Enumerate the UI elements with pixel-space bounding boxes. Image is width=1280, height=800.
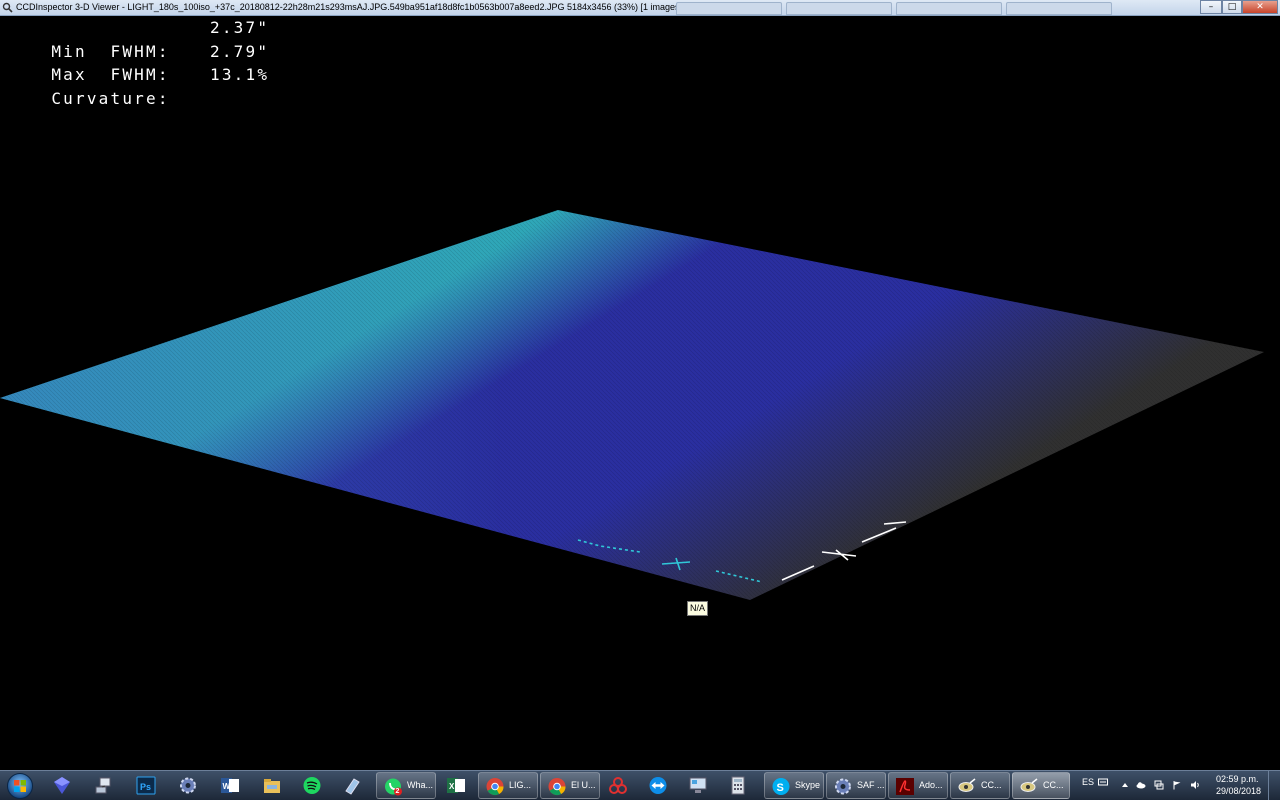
chevron-up-icon[interactable] — [1120, 780, 1130, 790]
chrome-icon — [548, 778, 566, 796]
window-title: CCDInspector 3-D Viewer - LIGHT_180s_100… — [16, 2, 683, 12]
chrome-icon — [486, 778, 504, 796]
flag-icon[interactable] — [1172, 780, 1182, 790]
maximize-button[interactable]: □ — [1222, 0, 1242, 14]
notification-badge: 2 — [395, 788, 400, 795]
windows-taskbar: Ps W Wha... 2 X LIG... El U... S Skype S… — [0, 770, 1280, 800]
teamviewer-icon — [649, 777, 667, 794]
min-fwhm-row: Min FWHM: 2.37" — [4, 16, 267, 61]
remote-desktop-icon — [689, 777, 707, 793]
taskbar-cube-app[interactable] — [46, 772, 82, 799]
min-fwhm-value: 2.37" — [210, 18, 270, 37]
eraser-icon — [345, 778, 360, 795]
taskbar-ccdinspector-2[interactable]: CC... — [1012, 772, 1070, 799]
fwhm-surface-plot[interactable] — [0, 16, 1280, 770]
excel-icon: X — [447, 778, 465, 793]
background-tab — [676, 2, 782, 15]
volume-icon[interactable] — [1190, 780, 1200, 790]
fwhm-statistics: Min FWHM: 2.37" Max FWHM: 2.79" Curvatur… — [4, 16, 267, 108]
svg-text:X: X — [449, 782, 455, 791]
taskbar-file-explorer[interactable] — [256, 772, 292, 799]
taskbar-saf[interactable]: SAF ... — [826, 772, 886, 799]
minimize-button[interactable]: – — [1200, 0, 1222, 14]
taskbar-saf-label: SAF ... — [857, 780, 885, 790]
taskbar-chrome-2[interactable]: El U... — [540, 772, 600, 799]
taskbar-network-app[interactable] — [88, 772, 124, 799]
taskbar-acrobat-label: Ado... — [919, 780, 943, 790]
close-button[interactable]: ✕ — [1242, 0, 1278, 14]
keyboard-icon[interactable] — [1098, 777, 1108, 787]
onedrive-icon[interactable] — [1136, 780, 1146, 790]
surface-texture — [0, 210, 1264, 600]
window-titlebar[interactable]: CCDInspector 3-D Viewer - LIGHT_180s_100… — [0, 0, 1280, 16]
taskbar-spotify[interactable] — [296, 772, 332, 799]
taskbar-skype-label: Skype — [795, 780, 821, 790]
background-tab — [1006, 2, 1112, 15]
background-tab — [786, 2, 892, 15]
svg-text:S: S — [777, 782, 784, 794]
curvature-value: 13.1% — [210, 65, 270, 84]
tri-circle-icon — [609, 777, 627, 794]
network-status-icon[interactable] — [1154, 780, 1164, 790]
acrobat-icon — [896, 778, 914, 795]
taskbar-tri-circle-app[interactable] — [602, 772, 638, 799]
spotify-icon — [303, 777, 321, 794]
taskbar-eraser-app[interactable] — [336, 772, 372, 799]
taskbar-skype[interactable]: S Skype — [764, 772, 824, 799]
curvature-label: Curvature: — [51, 88, 170, 108]
taskbar-ccdinspector-2-label: CC... — [1043, 780, 1064, 790]
taskbar-chrome-1-label: LIG... — [509, 780, 532, 790]
taskbar-calculator[interactable] — [722, 772, 758, 799]
clock-time[interactable]: 02:59 p.m. — [1216, 774, 1259, 784]
ccdinspector-app-icon — [2, 2, 13, 13]
network-icon — [95, 777, 111, 794]
ccdinspector-icon — [958, 778, 976, 792]
taskbar-word[interactable]: W — [214, 772, 250, 799]
gear-icon — [835, 778, 851, 795]
calculator-icon — [731, 776, 745, 795]
taskbar-photoshop[interactable]: Ps — [130, 772, 166, 799]
max-fwhm-value: 2.79" — [210, 41, 270, 61]
photoshop-icon: Ps — [136, 776, 156, 795]
taskbar-whatsapp[interactable]: Wha... 2 — [376, 772, 436, 799]
folder-icon — [264, 779, 280, 793]
show-desktop-button[interactable] — [1268, 770, 1280, 800]
taskbar-chrome-1[interactable]: LIG... — [478, 772, 538, 799]
max-fwhm-row: Max FWHM: 2.79" — [4, 40, 267, 85]
taskbar-chrome-2-label: El U... — [571, 780, 596, 790]
svg-text:W: W — [223, 782, 231, 791]
taskbar-whatsapp-label: Wha... — [407, 780, 434, 790]
taskbar-ccdinspector-1-label: CC... — [981, 780, 1002, 790]
clock-date[interactable]: 29/08/2018 — [1216, 786, 1261, 796]
cube-icon — [54, 777, 70, 794]
word-icon: W — [221, 778, 239, 793]
taskbar-teamviewer[interactable] — [642, 772, 678, 799]
whatsapp-icon — [385, 778, 402, 796]
taskbar-ccdinspector-1[interactable]: CC... — [950, 772, 1010, 799]
taskbar-remote-desktop[interactable] — [682, 772, 718, 799]
na-tooltip: N/A — [687, 601, 709, 616]
gear-icon — [180, 777, 196, 794]
background-tab — [896, 2, 1002, 15]
language-indicator[interactable]: ES — [1082, 777, 1094, 787]
taskbar-settings-app[interactable] — [172, 772, 208, 799]
start-button[interactable] — [4, 772, 36, 800]
curvature-row: Curvature: 13.1% — [4, 63, 267, 108]
taskbar-acrobat[interactable]: Ado... — [888, 772, 948, 799]
taskbar-excel[interactable]: X — [440, 772, 476, 799]
ccdinspector-icon — [1020, 778, 1038, 792]
system-tray: ES 02:59 p.m. 29/08/2018 — [1072, 771, 1280, 800]
skype-icon: S — [772, 778, 790, 795]
3d-viewport[interactable] — [0, 16, 1280, 770]
svg-text:Ps: Ps — [140, 782, 151, 792]
